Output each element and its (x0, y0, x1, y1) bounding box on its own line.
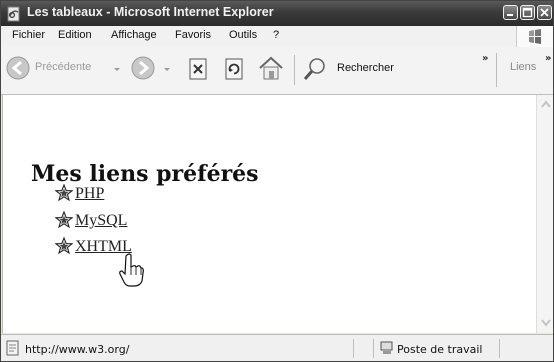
search-magnifier-icon (303, 58, 325, 80)
window-title: Les tableaux - Microsoft Internet Explor… (27, 5, 274, 19)
forward-button[interactable] (130, 54, 178, 84)
menu-favoris[interactable]: Favoris (175, 29, 211, 41)
menu-outils[interactable]: Outils (229, 29, 257, 41)
forward-dropdown-icon (164, 68, 170, 71)
menu-fichier[interactable]: Fichier (12, 29, 45, 41)
refresh-icon (225, 58, 243, 80)
minimize-button[interactable] (503, 5, 518, 20)
link-php[interactable]: PHP (75, 185, 104, 203)
back-button[interactable]: Précédente (5, 54, 125, 84)
stop-button[interactable] (185, 56, 211, 82)
close-button[interactable] (537, 5, 552, 20)
star-icon (55, 184, 73, 202)
minimize-icon (507, 14, 513, 16)
status-separator (499, 339, 500, 358)
refresh-button[interactable] (221, 56, 247, 82)
links-overflow-chevron[interactable]: » (545, 53, 551, 64)
scroll-up-icon (541, 100, 551, 108)
status-separator (373, 339, 374, 358)
title-bar: Les tableaux - Microsoft Internet Explor… (1, 1, 553, 26)
home-button[interactable] (256, 54, 286, 84)
status-zone: Poste de travail (397, 343, 483, 356)
menu-help[interactable]: ? (273, 29, 279, 41)
back-label: Précédente (35, 61, 92, 73)
forward-arrow-icon (131, 56, 155, 80)
scroll-down-icon (541, 319, 551, 327)
toolbar: Précédente Rechercher » Liens » (1, 47, 553, 95)
close-icon (540, 8, 549, 17)
toolbar-separator-links (496, 53, 497, 87)
links-label[interactable]: Liens (510, 61, 536, 73)
menu-bar: Fichier Edition Affichage Favoris Outils… (1, 26, 553, 48)
status-bar: http://www.w3.org/ Poste de travail (1, 334, 553, 361)
hand-pointer-icon (119, 253, 144, 287)
link-mysql[interactable]: MySQL (75, 212, 127, 230)
page-icon (6, 340, 19, 356)
maximize-icon (522, 7, 533, 18)
ie-page-icon (7, 6, 20, 22)
star-icon (55, 211, 73, 229)
search-label: Rechercher (337, 62, 394, 74)
menu-affichage[interactable]: Affichage (111, 29, 157, 41)
status-url: http://www.w3.org/ (25, 343, 130, 356)
search-button[interactable]: Rechercher (301, 54, 451, 84)
vertical-scrollbar[interactable] (536, 95, 553, 333)
toolbar-separator (294, 55, 295, 85)
menu-edition[interactable]: Edition (58, 29, 92, 41)
maximize-button[interactable] (520, 5, 535, 20)
back-arrow-icon (6, 56, 30, 80)
stop-icon (189, 58, 207, 80)
ie-logo (516, 26, 553, 47)
status-separator (353, 339, 354, 358)
computer-zone-icon (380, 341, 393, 354)
toolbar-overflow-chevron[interactable]: » (482, 53, 488, 64)
back-dropdown-icon (114, 68, 120, 71)
home-icon (259, 56, 283, 80)
browser-window: Les tableaux - Microsoft Internet Explor… (0, 0, 554, 362)
windows-flag-icon (529, 29, 541, 44)
star-icon (55, 237, 73, 255)
